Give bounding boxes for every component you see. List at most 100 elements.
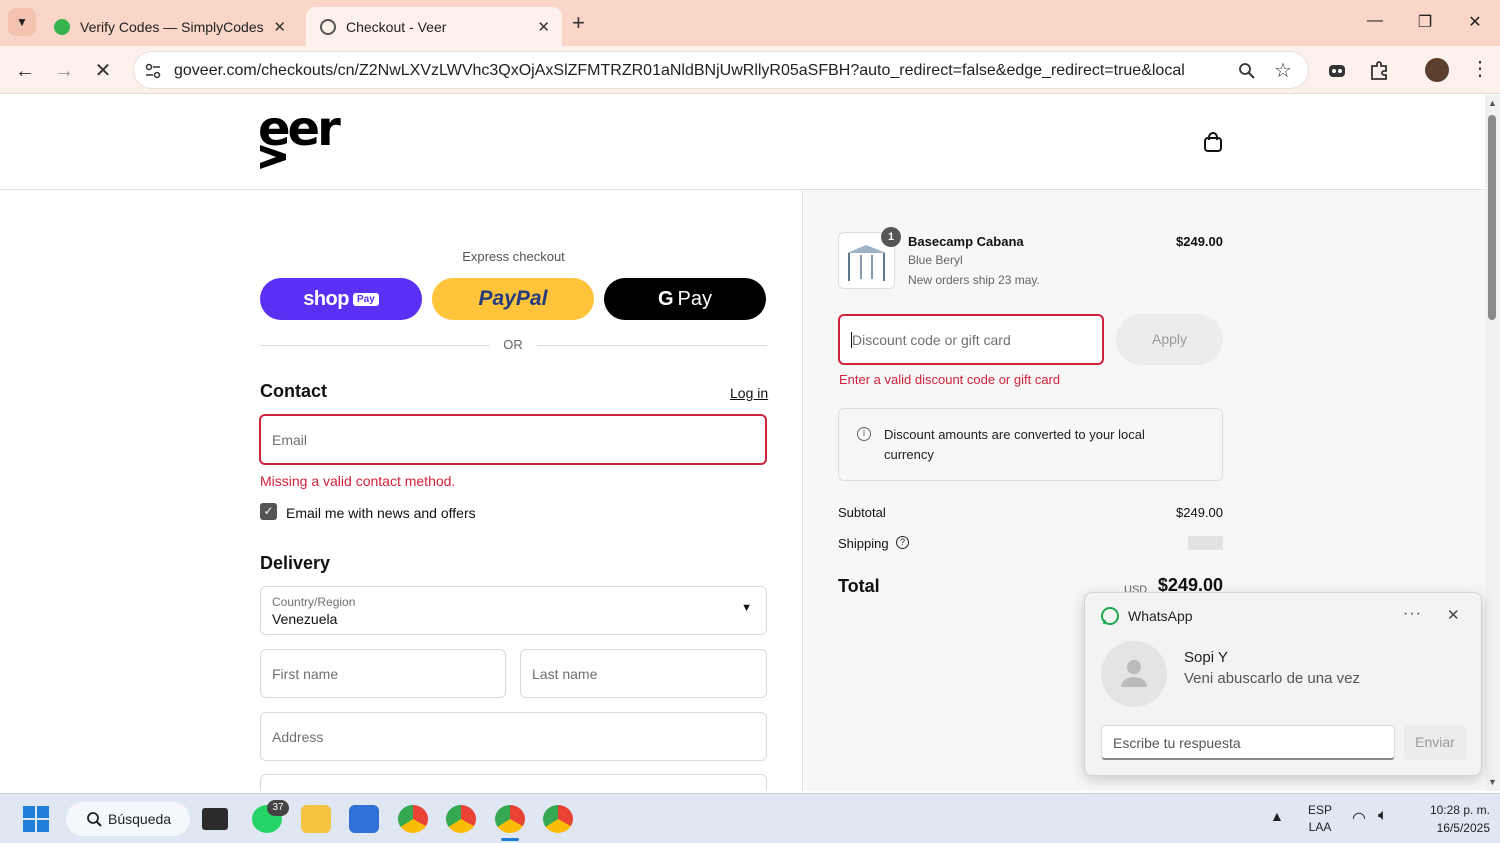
newsletter-checkbox[interactable]: ✓ — [260, 503, 277, 520]
reply-placeholder: Escribe tu respuesta — [1113, 735, 1241, 751]
page-scrollbar[interactable]: ▲ ▼ — [1485, 95, 1500, 791]
google-pay-button[interactable]: G Pay — [604, 278, 766, 320]
or-divider-left — [260, 345, 490, 346]
last-name-field[interactable]: Last name — [520, 649, 767, 698]
close-tab-icon[interactable]: ✕ — [273, 18, 286, 36]
volume-icon[interactable]: 🔈︎ — [1378, 807, 1388, 825]
veer-logo[interactable]: eer — [258, 105, 341, 169]
back-icon[interactable]: ← — [13, 60, 37, 84]
url-text: goveer.com/checkouts/cn/Z2NwLXVzLWVhc3Qx… — [174, 62, 1184, 79]
extension-robot-icon[interactable] — [1326, 59, 1348, 81]
keyboard-layout: LAA — [1308, 820, 1332, 834]
first-name-placeholder: First name — [272, 666, 339, 682]
checkout-form: Express checkout shop Pay PayPal G Pay O… — [0, 191, 803, 791]
scroll-down-icon[interactable]: ▼ — [1488, 777, 1497, 787]
forward-icon[interactable]: → — [52, 60, 76, 84]
clock-date: 16/5/2025 — [1436, 821, 1490, 835]
veer-favicon-icon — [320, 18, 336, 35]
google-g-icon: G — [657, 287, 674, 310]
send-button[interactable]: Enviar — [1404, 725, 1466, 760]
quantity-badge: 1 — [881, 227, 901, 247]
notification-app-name: WhatsApp — [1128, 608, 1193, 624]
tab-simplycodes[interactable]: Verify Codes — SimplyCodes ✕ — [40, 7, 298, 46]
reply-input[interactable]: Escribe tu respuesta — [1101, 725, 1395, 760]
gpay-label: Pay — [677, 287, 713, 310]
logo-chevron-icon — [260, 145, 286, 169]
taskbar-search[interactable]: Búsqueda — [66, 802, 190, 836]
profile-avatar[interactable] — [1425, 58, 1449, 82]
tab-checkout-veer[interactable]: Checkout - Veer ✕ — [306, 7, 562, 46]
shop-pay-button[interactable]: shop Pay — [260, 278, 422, 320]
clock-time: 10:28 p. m. — [1429, 803, 1490, 817]
more-options-icon[interactable]: ··· — [1403, 605, 1422, 623]
close-tab-icon[interactable]: ✕ — [537, 18, 550, 36]
shipping-value-loading — [1188, 536, 1223, 550]
menu-kebab-icon[interactable]: ⋮ — [1470, 58, 1490, 80]
zoom-icon[interactable] — [1238, 62, 1256, 80]
discount-error: Enter a valid discount code or gift card — [839, 372, 1061, 387]
chrome-active-icon[interactable] — [495, 805, 525, 833]
search-label: Búsqueda — [108, 811, 172, 827]
taskbar: Búsqueda 37 ▲ ESP LAA ◠ 🔈︎ 10:28 p. m. 1… — [0, 793, 1500, 843]
whatsapp-notification[interactable]: WhatsApp ··· ✕ Sopi Y Veni abuscarlo de … — [1084, 592, 1482, 776]
product-price: $249.00 — [1176, 234, 1223, 249]
country-select[interactable]: Country/Region Venezuela ▼ — [260, 586, 767, 635]
or-divider-right — [537, 345, 767, 346]
language-code: ESP — [1307, 803, 1332, 817]
next-field-partial[interactable] — [260, 774, 767, 791]
new-tab-button[interactable]: + — [572, 10, 585, 36]
task-view-icon[interactable] — [202, 808, 228, 830]
currency-info-text: Discount amounts are converted to your l… — [884, 427, 1145, 462]
site-info-icon[interactable] — [144, 62, 162, 80]
country-value: Venezuela — [272, 611, 338, 627]
email-error: Missing a valid contact method. — [260, 473, 456, 489]
address-field[interactable]: Address — [260, 712, 767, 761]
first-name-field[interactable]: First name — [260, 649, 506, 698]
minimize-icon[interactable]: — — [1360, 12, 1390, 30]
paypal-button[interactable]: PayPal — [432, 278, 594, 320]
chrome-profile-2-icon[interactable] — [446, 805, 476, 833]
chrome-profile-4-icon[interactable] — [543, 805, 573, 833]
product-variant: Blue Beryl — [908, 253, 963, 267]
person-icon — [1121, 660, 1147, 687]
windows-start-icon[interactable] — [23, 806, 49, 832]
tab-strip: ▼ Verify Codes — SimplyCodes ✕ Checkout … — [0, 0, 1500, 46]
login-link[interactable]: Log in — [730, 385, 768, 401]
chrome-profile-1-icon[interactable] — [398, 805, 428, 833]
paypal-label: PayPal — [478, 287, 548, 310]
chevron-down-icon: ▼ — [741, 602, 752, 614]
sender-avatar — [1101, 641, 1167, 707]
shop-pay-label: shop — [303, 287, 349, 310]
bookmark-star-icon[interactable]: ☆ — [1274, 58, 1292, 83]
shipping-help-icon[interactable]: ? — [896, 536, 909, 549]
scrollbar-thumb[interactable] — [1488, 115, 1496, 320]
discount-code-field[interactable]: Discount code or gift card — [838, 314, 1104, 365]
shopping-bag-icon[interactable] — [1202, 131, 1224, 153]
search-icon — [87, 812, 102, 827]
email-field[interactable]: Email — [259, 414, 767, 465]
whatsapp-icon — [1101, 607, 1119, 625]
close-notification-icon[interactable]: ✕ — [1447, 606, 1460, 624]
file-explorer-icon[interactable] — [301, 805, 331, 833]
info-icon: i — [857, 427, 871, 441]
address-bar[interactable]: goveer.com/checkouts/cn/Z2NwLXVzLWVhc3Qx… — [133, 51, 1309, 89]
scroll-up-icon[interactable]: ▲ — [1488, 98, 1497, 108]
email-placeholder: Email — [272, 432, 308, 448]
apply-button[interactable]: Apply — [1116, 314, 1223, 365]
tab-search-button[interactable]: ▼ — [8, 8, 36, 36]
language-indicator[interactable]: ESP LAA — [1300, 802, 1340, 836]
store-icon[interactable] — [349, 805, 379, 833]
last-name-placeholder: Last name — [532, 666, 598, 682]
subtotal-value: $249.00 — [1176, 505, 1223, 520]
tray-overflow-icon[interactable]: ▲ — [1270, 808, 1284, 824]
wifi-icon[interactable]: ◠ — [1352, 808, 1366, 828]
total-label: Total — [838, 576, 880, 596]
extensions-puzzle-icon[interactable] — [1368, 59, 1390, 81]
stop-loading-icon[interactable]: ✕ — [91, 60, 115, 84]
close-window-icon[interactable]: ✕ — [1460, 12, 1490, 32]
product-note: New orders ship 23 may. — [908, 273, 1040, 287]
clock[interactable]: 10:28 p. m. 16/5/2025 — [1406, 801, 1490, 837]
restore-icon[interactable]: ❐ — [1410, 12, 1440, 32]
whatsapp-badge: 37 — [267, 800, 289, 816]
active-app-indicator — [501, 838, 519, 841]
